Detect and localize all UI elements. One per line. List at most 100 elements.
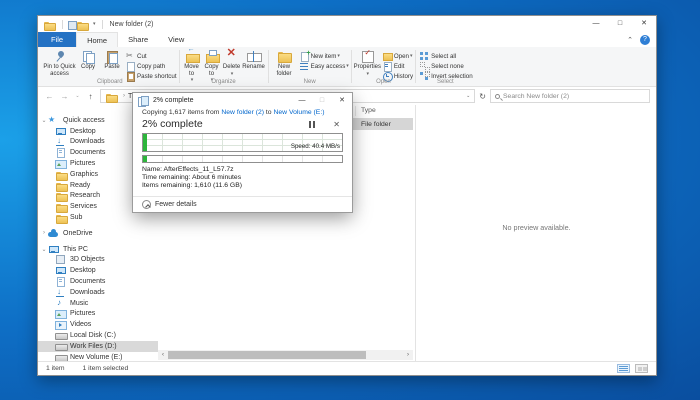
button-label: Cut [137, 53, 147, 60]
scroll-left-icon[interactable]: ‹ [158, 352, 168, 358]
pin-icon [53, 50, 67, 63]
scroll-right-icon[interactable]: › [403, 352, 413, 358]
dialog-minimize-button[interactable]: — [292, 93, 312, 108]
tree-chevron-icon[interactable]: ⌄ [40, 246, 48, 253]
fewer-details-button[interactable]: Fewer details [133, 196, 352, 212]
collapse-ribbon-icon[interactable]: ⌃ [627, 36, 633, 44]
copy-files-icon [138, 96, 149, 106]
column-header-type[interactable]: Type [361, 107, 376, 114]
pic-icon [55, 309, 66, 318]
group-label-open: Open [352, 79, 415, 85]
tab-home[interactable]: Home [76, 32, 118, 47]
paste-button[interactable]: Paste [100, 49, 124, 71]
horizontal-scrollbar[interactable]: ‹ › [158, 350, 413, 360]
new-item-button[interactable]: New item [300, 52, 349, 60]
rename-button[interactable]: Rename [242, 49, 266, 71]
search-input[interactable] [503, 93, 645, 100]
search-icon [495, 94, 500, 99]
button-label: Copy to [202, 64, 222, 77]
properties-button[interactable]: Properties [354, 49, 381, 77]
button-label: Select none [431, 63, 464, 70]
cut-button[interactable]: Cut [126, 52, 177, 60]
scrollbar-thumb[interactable] [168, 351, 366, 359]
minimize-button[interactable]: — [584, 16, 608, 32]
search-box[interactable] [490, 89, 650, 103]
edit-button[interactable]: Edit [383, 62, 413, 70]
back-icon[interactable]: ← [44, 92, 55, 101]
fewer-details-label: Fewer details [155, 201, 197, 208]
pause-icon[interactable] [309, 121, 315, 128]
qat-dropdown-icon[interactable]: ▾ [93, 21, 96, 27]
destination-volume-link[interactable]: New Volume (E:) [273, 109, 324, 116]
dialog-close-button[interactable]: ✕ [332, 93, 352, 108]
tab-view[interactable]: View [158, 32, 194, 47]
recent-locations-icon[interactable]: ⌄ [74, 93, 81, 99]
sidebar-item-downloads[interactable]: Downloads [38, 287, 158, 298]
maximize-button[interactable]: □ [608, 16, 632, 32]
download-icon [55, 288, 66, 297]
folder-icon [55, 202, 66, 211]
copy-progress-dialog: 2% complete — □ ✕ Copying 1,617 items fr… [133, 93, 352, 212]
file-type-cell: File folder [361, 121, 391, 128]
status-bar: 1 item 1 item selected [38, 361, 656, 375]
sidebar-item-label: 3D Objects [70, 256, 105, 263]
select-none-button[interactable]: Select none [420, 62, 473, 70]
sidebar-item-videos[interactable]: Videos [38, 319, 158, 330]
column-separator[interactable] [355, 106, 356, 116]
sidebar-item-new-volume-e[interactable]: New Volume (E:) [38, 352, 158, 361]
select-all-icon [420, 52, 429, 60]
tree-chevron-icon[interactable]: ⌄ [40, 117, 48, 124]
copy-path-button[interactable]: Copy path [126, 62, 177, 70]
close-button[interactable]: ✕ [632, 16, 656, 32]
speed-label: Speed: 40.4 MB/s [291, 143, 340, 150]
button-label: Copy path [137, 63, 165, 70]
ribbon-group-organize: Move to Copy to Delete Rename Organize [180, 47, 268, 86]
button-label: Delete [223, 64, 240, 71]
sidebar-item-this-pc[interactable]: ⌄This PC [38, 244, 158, 255]
button-label: New folder [271, 64, 298, 77]
select-all-button[interactable]: Select all [420, 52, 473, 60]
tab-file[interactable]: File [38, 32, 76, 47]
refresh-icon[interactable]: ↻ [479, 92, 486, 101]
open-folder-icon [383, 52, 392, 60]
source-folder-link[interactable]: New folder (2) [221, 109, 264, 116]
delete-x-icon [225, 50, 239, 63]
tree-chevron-icon[interactable]: › [40, 230, 48, 236]
qat-new-folder-icon[interactable] [76, 20, 87, 29]
sidebar-item-3d-objects[interactable]: 3D Objects [38, 255, 158, 266]
help-icon[interactable]: ? [640, 35, 650, 45]
pin-to-quick-access-button[interactable]: Pin to Quick access [43, 49, 76, 77]
sidebar-item-pictures[interactable]: Pictures [38, 309, 158, 320]
drive-icon [55, 353, 66, 361]
sidebar-item-music[interactable]: Music [38, 298, 158, 309]
sidebar-item-label: OneDrive [63, 230, 93, 237]
sidebar-item-label: New Volume (E:) [70, 354, 123, 361]
forward-icon[interactable]: → [59, 92, 70, 101]
qat-properties-icon[interactable] [67, 20, 76, 28]
delete-button[interactable]: Delete [222, 49, 242, 77]
sidebar-item-label: Ready [70, 182, 90, 189]
sidebar-item-onedrive[interactable]: › OneDrive [38, 228, 158, 239]
easy-access-button[interactable]: Easy access [300, 62, 349, 70]
up-icon[interactable]: ↑ [85, 92, 96, 101]
dialog-title-bar: 2% complete — □ ✕ [133, 93, 352, 108]
tab-share[interactable]: Share [118, 32, 158, 47]
sidebar-item-work-files-d[interactable]: Work Files (D:) [38, 341, 158, 352]
sidebar-item-label: Desktop [70, 267, 96, 274]
thumbnails-view-icon[interactable] [635, 364, 648, 373]
ribbon-group-open: Properties Open Edit History Open [352, 47, 415, 86]
cancel-icon[interactable]: ✕ [333, 120, 340, 129]
sidebar-item-local-disk-c[interactable]: Local Disk (C:) [38, 330, 158, 341]
progress-bar-fill [143, 156, 147, 162]
sidebar-item-documents[interactable]: Documents [38, 276, 158, 287]
sidebar-item-desktop[interactable]: Desktop [38, 265, 158, 276]
pic-icon [55, 159, 66, 168]
preview-pane: No preview available. [417, 105, 656, 361]
details-view-icon[interactable] [617, 364, 630, 373]
sidebar-item-sub[interactable]: Sub [38, 212, 158, 223]
new-folder-button[interactable]: New folder [271, 49, 298, 77]
copy-button[interactable]: Copy [76, 49, 100, 71]
address-dropdown-icon[interactable]: ⌄ [466, 93, 470, 99]
open-button[interactable]: Open [383, 52, 413, 60]
doc-icon [55, 148, 66, 157]
